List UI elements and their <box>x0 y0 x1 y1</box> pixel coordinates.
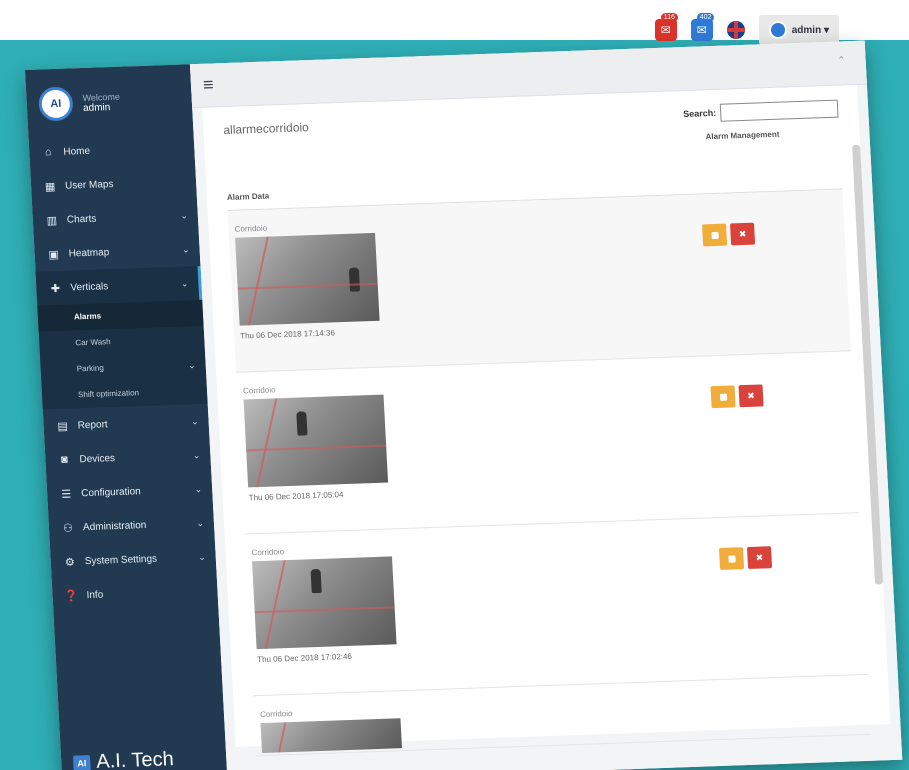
sidebar-item-user-maps[interactable]: ▦ User Maps <box>30 164 197 204</box>
sidebar-item-label: Verticals <box>70 280 109 294</box>
bell-icon: ✉ <box>660 23 671 37</box>
person-figure <box>348 267 361 292</box>
stop-button[interactable] <box>710 385 736 409</box>
alerts-badge: 116 <box>660 13 678 22</box>
sidebar-subitem-label: Alarms <box>73 311 102 322</box>
camera-name: Corridoio <box>259 708 293 720</box>
stop-button[interactable] <box>702 223 728 247</box>
delete-button[interactable]: ✖ <box>729 222 756 246</box>
sidebar-item-label: Configuration <box>80 485 141 499</box>
stop-button[interactable] <box>718 547 745 570</box>
table-row: Corridoio Thu 06 Dec 2018 17:14:36 ✖ <box>227 189 851 373</box>
main-content: ≡ ⌃ allarmecorridoio Search: Alarm Manag… <box>189 40 903 770</box>
close-icon: ✖ <box>755 551 764 563</box>
sidebar-item-label: Info <box>86 589 104 601</box>
sidebar-username: admin <box>82 101 111 114</box>
sidebar-item-label: Devices <box>79 452 116 465</box>
person-figure <box>296 411 308 436</box>
sidebar-subitem-label: Parking <box>76 363 105 374</box>
sliders-icon: ☰ <box>61 488 72 501</box>
search-label: Search: <box>682 107 717 120</box>
delete-button[interactable]: ✖ <box>738 384 764 408</box>
sidebar-item-charts[interactable]: ▥ Charts ⌄ <box>32 198 199 238</box>
alarm-thumbnail[interactable] <box>243 394 389 488</box>
puzzle-icon: ✚ <box>50 282 61 295</box>
chart-icon: ▥ <box>46 214 58 227</box>
close-icon: ✖ <box>746 390 756 401</box>
search-input[interactable] <box>719 99 839 122</box>
delete-button[interactable]: ✖ <box>746 546 773 569</box>
user-menu-label: admin ▾ <box>791 24 829 36</box>
chevron-down-icon: ⌄ <box>187 360 196 371</box>
close-icon: ✖ <box>738 228 747 239</box>
column-header-alarm-management: Alarm Management <box>705 129 780 142</box>
sidebar-item-label: System Settings <box>84 553 158 567</box>
welcome-text: Welcome <box>82 91 121 103</box>
alarms-panel: allarmecorridoio Search: Alarm Managemen… <box>202 84 891 757</box>
chevron-down-icon: ⌄ <box>180 277 189 289</box>
messages-button[interactable]: ✉ 402 <box>690 13 715 41</box>
alarm-thumbnail[interactable] <box>252 556 397 650</box>
sidebar-item-configuration[interactable]: ☰ Configuration ⌄ <box>46 472 213 512</box>
stop-icon <box>719 393 727 401</box>
info-icon: ❓ <box>64 589 79 603</box>
sidebar-item-label: Report <box>77 418 108 431</box>
map-icon: ▦ <box>44 180 56 193</box>
message-icon: ✉ <box>696 23 707 37</box>
chevron-down-icon: ⌄ <box>192 449 201 460</box>
gears-icon: ⚙ <box>64 555 76 569</box>
hamburger-menu-icon[interactable]: ≡ <box>202 74 214 95</box>
sidebar-item-label: User Maps <box>64 178 114 192</box>
alerts-button[interactable]: ✉ 116 <box>654 13 678 41</box>
verticals-submenu: Alarms Car Wash Parking ⌄ Shift optimiza… <box>37 299 208 410</box>
avatar <box>768 21 787 39</box>
sidebar-item-heatmap[interactable]: ▣ Heatmap ⌄ <box>34 232 201 272</box>
language-flag-icon[interactable] <box>726 21 745 39</box>
sidebar-subitem-label: Shift optimization <box>77 388 140 400</box>
sidebar-user: AI Welcome admin <box>25 64 193 136</box>
app-window: AI Welcome admin ⌂ Home ▦ User Maps ▥ Ch… <box>25 40 903 770</box>
sidebar-item-home[interactable]: ⌂ Home <box>28 130 195 170</box>
row-actions: ✖ <box>710 384 764 409</box>
sidebar-item-verticals[interactable]: ✚ Verticals ⌄ <box>35 265 203 306</box>
brand-logo: AI <box>72 754 91 770</box>
brand-name: A.I. Tech <box>95 748 175 770</box>
user-menu[interactable]: admin ▾ <box>758 15 839 45</box>
chevron-down-icon: ⌄ <box>197 551 206 562</box>
chevron-down-icon: ⌄ <box>190 415 199 426</box>
stop-icon <box>727 554 736 563</box>
row-actions: ✖ <box>702 222 756 247</box>
chevron-down-icon: ⌄ <box>181 243 190 255</box>
table-row: Corridoio Thu 06 Dec 2018 17:02:46 ✖ <box>244 513 868 697</box>
alarm-thumbnail[interactable] <box>235 232 380 326</box>
sidebar-item-info[interactable]: ❓ Info <box>52 574 219 614</box>
alarm-thumbnail[interactable] <box>260 718 403 754</box>
chevron-down-icon: ⌄ <box>194 483 203 494</box>
sidebar-item-label: Charts <box>66 213 97 226</box>
chevron-up-icon[interactable]: ⌃ <box>837 55 846 66</box>
table-row: Corridoio Thu 06 Dec 2018 17:05:04 ✖ <box>236 351 860 535</box>
home-icon: ⌂ <box>44 146 52 159</box>
users-icon: ⚇ <box>62 522 74 535</box>
sidebar-item-system-settings[interactable]: ⚙ System Settings ⌄ <box>50 540 217 580</box>
sidebar-item-label: Home <box>63 145 91 158</box>
sidebar-item-label: Heatmap <box>68 246 110 260</box>
search-row: Search: <box>682 99 839 123</box>
chevron-down-icon: ⌄ <box>180 209 189 221</box>
sidebar-item-devices[interactable]: ◙ Devices ⌄ <box>45 438 212 478</box>
chevron-down-icon: ⌄ <box>196 517 205 528</box>
brand-footer: AI A.I. Tech <box>60 732 228 770</box>
sidebar-item-administration[interactable]: ⚇ Administration ⌄ <box>48 506 215 546</box>
camera-icon: ◙ <box>60 453 69 466</box>
row-actions: ✖ <box>718 546 773 570</box>
sidebar-item-report[interactable]: ▤ Report ⌄ <box>43 404 210 444</box>
sidebar-item-label: Administration <box>82 519 147 533</box>
messages-badge: 402 <box>696 13 715 22</box>
file-icon: ▤ <box>57 420 69 433</box>
stop-icon <box>710 231 719 239</box>
user-logo-icon: AI <box>37 86 74 122</box>
person-figure <box>310 568 322 594</box>
image-icon: ▣ <box>48 248 60 261</box>
sidebar-subitem-label: Car Wash <box>75 337 111 348</box>
